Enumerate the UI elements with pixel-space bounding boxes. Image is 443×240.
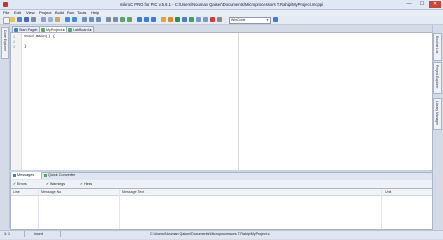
column-divider: [38, 189, 39, 229]
options-icon[interactable]: [217, 17, 222, 22]
replace-icon[interactable]: [96, 17, 101, 22]
run-icon[interactable]: [189, 17, 194, 22]
window-title: mikroC PRO for PIC v.5.6.1 - C:\Users\No…: [119, 2, 324, 7]
edit-mode: Insert: [34, 232, 43, 236]
print-icon[interactable]: [31, 17, 36, 22]
cut-icon[interactable]: [41, 17, 46, 22]
column-unit[interactable]: Unit: [385, 189, 391, 195]
bookmark-icon[interactable]: [137, 17, 142, 22]
library-manager-tab[interactable]: Library Manager: [433, 98, 442, 130]
step-over-icon[interactable]: [203, 17, 208, 22]
new-file-icon[interactable]: [3, 17, 10, 24]
column-divider: [119, 189, 120, 229]
line-number-gutter: 1 2 3: [11, 33, 22, 170]
code-line: void main() {: [24, 35, 56, 39]
hints-filter-label: Hints: [84, 182, 93, 186]
find-next-icon[interactable]: [89, 17, 94, 22]
redo-icon[interactable]: [72, 17, 77, 22]
line-number: 2: [13, 41, 16, 45]
checkbox-checked-icon[interactable]: ✔: [13, 182, 16, 186]
errors-filter[interactable]: ✔Errors: [13, 181, 27, 187]
prev-bookmark-icon[interactable]: [144, 17, 149, 22]
column-message-no[interactable]: Message No.: [41, 189, 62, 195]
stop-icon[interactable]: [210, 17, 215, 22]
minimize-button[interactable]: —: [403, 1, 415, 8]
status-divider: [60, 231, 61, 237]
build-icon[interactable]: [161, 17, 166, 22]
message-filters: [10, 180, 433, 188]
column-line[interactable]: Line: [13, 189, 20, 195]
build-all-icon[interactable]: [168, 17, 173, 22]
line-number: 3: [13, 46, 16, 50]
maximize-button[interactable]: ☐: [416, 1, 428, 8]
save-all-icon[interactable]: [24, 17, 29, 22]
checkbox-checked-icon[interactable]: ✔: [80, 182, 83, 186]
tab-quick-converter[interactable]: Quick Converter: [42, 172, 78, 179]
step-into-icon[interactable]: [196, 17, 201, 22]
converter-icon: [44, 173, 47, 177]
open-icon[interactable]: [10, 17, 15, 22]
project-explorer-label: Project Explorer: [435, 65, 439, 89]
find-icon[interactable]: [82, 17, 87, 22]
program-icon[interactable]: [175, 17, 180, 22]
right-margin-guide: [238, 33, 239, 170]
outdent-icon[interactable]: [113, 17, 118, 22]
code-line: }: [24, 45, 27, 49]
cursor-position: 3: 1: [4, 232, 10, 236]
uncomment-icon[interactable]: [127, 17, 132, 22]
code-explorer-label: Code Explorer: [3, 30, 7, 52]
column-divider: [381, 189, 382, 229]
checkbox-checked-icon[interactable]: ✔: [46, 182, 49, 186]
routine-list-tab[interactable]: Routine List: [433, 33, 442, 61]
chevron-down-icon[interactable]: ▼: [266, 18, 269, 23]
warnings-filter-label: Warnings: [50, 182, 66, 186]
code-editor[interactable]: 1 2 3 void main() { }: [10, 32, 433, 171]
code-template-combo[interactable]: WinCode ▼: [229, 17, 271, 24]
current-file-path: C:\Users\Nouman Qaiser\Documents\Micropr…: [150, 232, 270, 236]
project-explorer-tab[interactable]: Project Explorer: [433, 62, 442, 94]
library-manager-label: Library Manager: [435, 101, 439, 126]
messages-icon: [13, 173, 16, 177]
tab-messages[interactable]: Messages: [11, 172, 42, 179]
next-bookmark-icon[interactable]: [151, 17, 156, 22]
errors-filter-label: Errors: [17, 182, 27, 186]
comment-icon[interactable]: [120, 17, 125, 22]
code-explorer-tab[interactable]: Code Explorer: [1, 27, 9, 59]
combo-value: WinCode: [231, 18, 246, 22]
status-divider: [24, 231, 25, 237]
copy-icon[interactable]: [48, 17, 53, 22]
routine-list-label: Routine List: [435, 36, 439, 54]
tab-messages-label: Messages: [17, 173, 35, 177]
close-button[interactable]: ✕: [429, 1, 441, 8]
messages-table[interactable]: Line Message No. Message Text Unit: [10, 188, 433, 230]
undo-icon[interactable]: [65, 17, 70, 22]
messages-table-header: [11, 189, 432, 196]
hints-filter[interactable]: ✔Hints: [80, 181, 92, 187]
help-icon[interactable]: [273, 17, 278, 22]
warnings-filter[interactable]: ✔Warnings: [46, 181, 65, 187]
save-icon[interactable]: [17, 17, 22, 22]
paste-icon[interactable]: [55, 17, 60, 22]
line-number: 1: [13, 36, 16, 40]
debug-icon[interactable]: [182, 17, 187, 22]
column-message-text[interactable]: Message Text: [122, 189, 144, 195]
tab-quick-converter-label: Quick Converter: [48, 173, 76, 177]
indent-icon[interactable]: [106, 17, 111, 22]
